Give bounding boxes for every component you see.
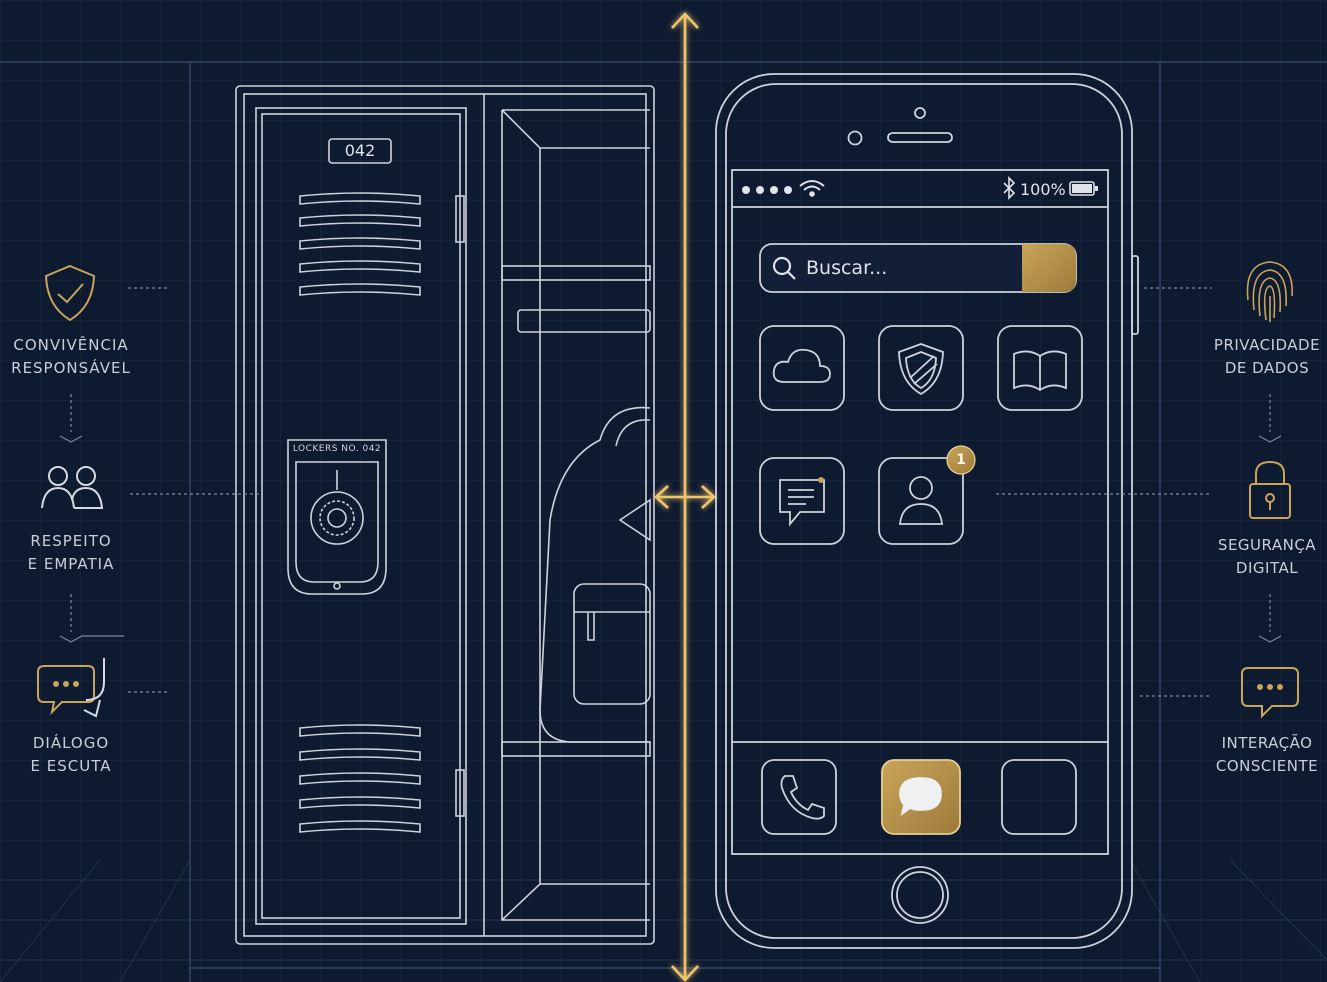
concept-dialogo: DIÁLOGO E ESCUTA: [0, 732, 142, 778]
concept-line: RESPONSÁVEL: [11, 359, 131, 377]
concept-convivencia: CONVIVÊNCIA RESPONSÁVEL: [0, 334, 142, 380]
concept-privacidade: PRIVACIDADE DE DADOS: [1207, 334, 1327, 380]
concept-seguranca: SEGURANÇA DIGITAL: [1207, 534, 1327, 580]
concept-line: DIÁLOGO: [32, 734, 110, 752]
concept-line: CONSCIENTE: [1215, 757, 1319, 775]
concept-interacao: INTERAÇÃO CONSCIENTE: [1207, 732, 1327, 778]
battery-percent: 100%: [1020, 180, 1066, 199]
search-submit-button[interactable]: [1022, 244, 1076, 292]
notification-count: 1: [956, 452, 966, 468]
concept-line: E EMPATIA: [27, 555, 115, 573]
dock-chat[interactable]: [881, 759, 961, 835]
concept-line: INTERAÇÃO: [1221, 734, 1313, 752]
concept-line: PRIVACIDADE: [1213, 336, 1321, 354]
concept-line: CONVIVÊNCIA: [13, 336, 129, 354]
locker-number: 042: [344, 141, 376, 160]
message-dot: [818, 477, 824, 483]
concept-line: SEGURANÇA: [1217, 536, 1317, 554]
concept-line: E ESCUTA: [30, 757, 112, 775]
concept-line: DE DADOS: [1224, 359, 1310, 377]
concept-line: RESPEITO: [30, 532, 112, 550]
lock-plate-label: LOCKERS NO. 042: [292, 444, 382, 454]
concept-respeito: RESPEITO E EMPATIA: [0, 530, 142, 576]
search-input[interactable]: [760, 244, 1022, 292]
blueprint-scene: [0, 0, 1327, 982]
concept-line: DIGITAL: [1235, 559, 1299, 577]
